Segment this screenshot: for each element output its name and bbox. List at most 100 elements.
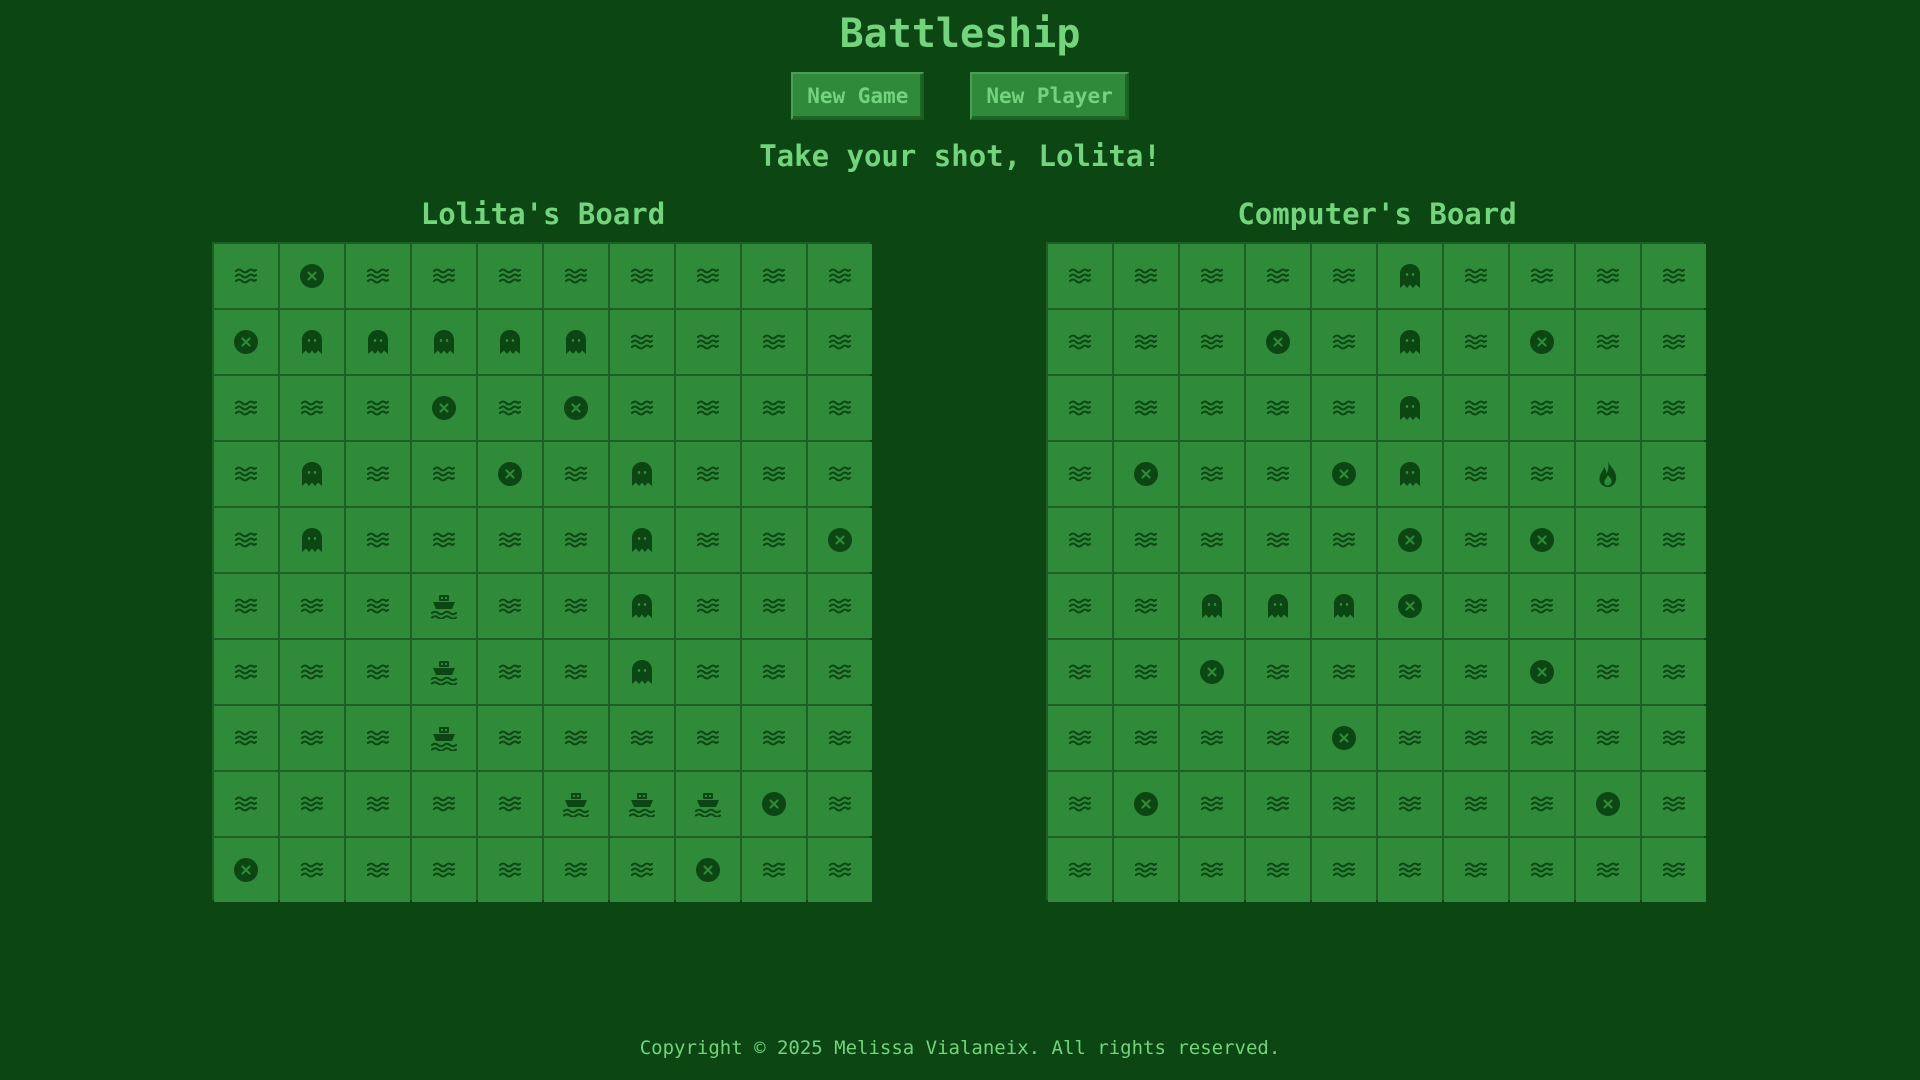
computer-board-cell[interactable] [1510,244,1574,308]
player-board-cell[interactable] [610,442,674,506]
computer-board-cell[interactable] [1642,442,1706,506]
player-board-cell[interactable] [478,706,542,770]
computer-board-cell[interactable] [1180,376,1244,440]
computer-board-cell[interactable] [1444,310,1508,374]
computer-board-cell[interactable] [1246,640,1310,704]
player-board-cell[interactable] [214,376,278,440]
player-board-cell[interactable] [808,508,872,572]
computer-board-cell[interactable] [1180,244,1244,308]
player-board-cell[interactable] [280,442,344,506]
computer-board-cell[interactable] [1048,706,1112,770]
player-board-cell[interactable] [412,772,476,836]
computer-board-cell[interactable] [1642,244,1706,308]
player-board-cell[interactable] [412,508,476,572]
computer-board-cell[interactable] [1246,838,1310,902]
player-board-cell[interactable] [478,772,542,836]
computer-board-cell[interactable] [1114,310,1178,374]
computer-board-cell[interactable] [1576,376,1640,440]
computer-board-cell[interactable] [1444,508,1508,572]
computer-board-cell[interactable] [1444,376,1508,440]
player-board-cell[interactable] [610,574,674,638]
player-board-cell[interactable] [280,838,344,902]
player-board-cell[interactable] [676,508,740,572]
player-board-cell[interactable] [412,442,476,506]
computer-board-cell[interactable] [1378,244,1442,308]
player-board-cell[interactable] [346,310,410,374]
player-board-cell[interactable] [610,376,674,440]
computer-board-cell[interactable] [1246,508,1310,572]
player-board-cell[interactable] [214,574,278,638]
computer-board-cell[interactable] [1180,838,1244,902]
player-board-cell[interactable] [544,706,608,770]
player-board-cell[interactable] [214,508,278,572]
computer-board-cell[interactable] [1114,442,1178,506]
new-player-button[interactable]: New Player [970,72,1129,120]
computer-board-cell[interactable] [1576,244,1640,308]
computer-board-cell[interactable] [1180,772,1244,836]
player-board-cell[interactable] [478,574,542,638]
computer-board-cell[interactable] [1378,508,1442,572]
player-board-cell[interactable] [676,442,740,506]
player-board-cell[interactable] [214,706,278,770]
player-board-cell[interactable] [544,244,608,308]
player-board-cell[interactable] [346,442,410,506]
computer-board-cell[interactable] [1444,244,1508,308]
computer-board-cell[interactable] [1180,310,1244,374]
computer-board-cell[interactable] [1180,640,1244,704]
player-board-cell[interactable] [742,376,806,440]
computer-board-cell[interactable] [1378,706,1442,770]
computer-board-cell[interactable] [1510,574,1574,638]
computer-board-cell[interactable] [1642,574,1706,638]
player-board-cell[interactable] [544,772,608,836]
player-board-cell[interactable] [544,376,608,440]
player-board-cell[interactable] [214,838,278,902]
player-board-cell[interactable] [676,244,740,308]
player-board-cell[interactable] [478,508,542,572]
computer-board-cell[interactable] [1642,706,1706,770]
player-board-cell[interactable] [478,838,542,902]
computer-board-cell[interactable] [1510,838,1574,902]
computer-board-cell[interactable] [1642,838,1706,902]
player-board-cell[interactable] [478,640,542,704]
computer-board-cell[interactable] [1048,574,1112,638]
computer-board-cell[interactable] [1444,640,1508,704]
computer-board-cell[interactable] [1576,574,1640,638]
player-board-cell[interactable] [544,838,608,902]
computer-board-cell[interactable] [1048,310,1112,374]
computer-board-cell[interactable] [1246,772,1310,836]
player-board-cell[interactable] [280,376,344,440]
computer-board-cell[interactable] [1180,574,1244,638]
player-board-cell[interactable] [808,706,872,770]
player-board-cell[interactable] [478,376,542,440]
computer-board-cell[interactable] [1510,508,1574,572]
player-board-cell[interactable] [280,772,344,836]
player-board-cell[interactable] [280,640,344,704]
computer-board-cell[interactable] [1576,772,1640,836]
computer-board-cell[interactable] [1642,508,1706,572]
player-board-cell[interactable] [808,574,872,638]
player-board-cell[interactable] [676,838,740,902]
computer-board-cell[interactable] [1114,508,1178,572]
player-board-cell[interactable] [544,310,608,374]
computer-board-cell[interactable] [1510,310,1574,374]
computer-board-cell[interactable] [1048,838,1112,902]
computer-board-cell[interactable] [1510,640,1574,704]
player-board-cell[interactable] [742,244,806,308]
player-board-cell[interactable] [808,244,872,308]
computer-board-cell[interactable] [1114,640,1178,704]
computer-board-cell[interactable] [1576,640,1640,704]
computer-board-cell[interactable] [1312,838,1376,902]
computer-board-cell[interactable] [1510,442,1574,506]
computer-board-cell[interactable] [1378,640,1442,704]
computer-board-cell[interactable] [1576,706,1640,770]
computer-board-cell[interactable] [1048,508,1112,572]
computer-board-cell[interactable] [1048,772,1112,836]
computer-board-cell[interactable] [1378,838,1442,902]
player-board-cell[interactable] [412,706,476,770]
player-board-cell[interactable] [808,772,872,836]
player-board-cell[interactable] [544,442,608,506]
computer-board-cell[interactable] [1246,244,1310,308]
computer-board-cell[interactable] [1510,376,1574,440]
computer-board-cell[interactable] [1312,244,1376,308]
player-board-cell[interactable] [214,772,278,836]
